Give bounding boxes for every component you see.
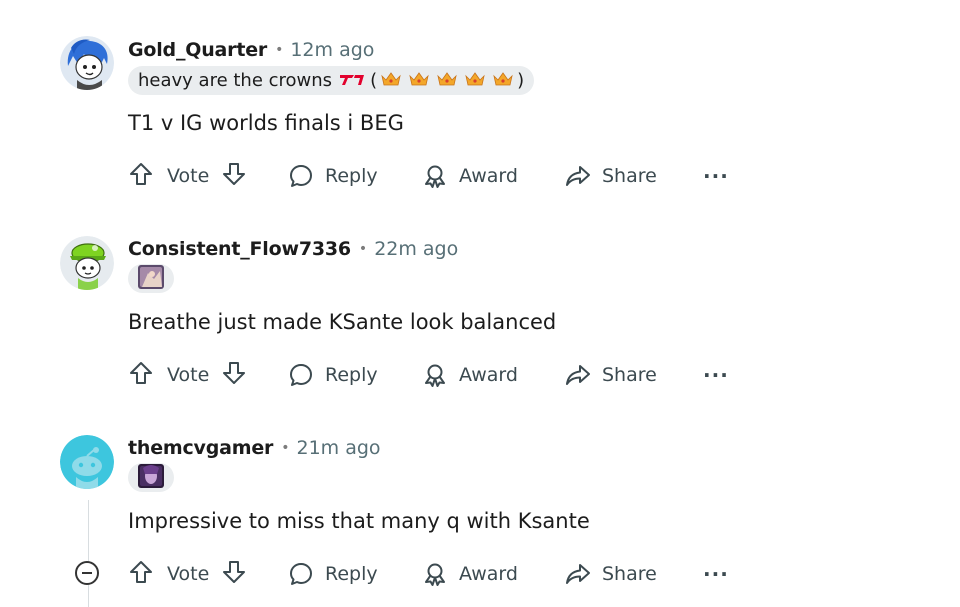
share-label: Share bbox=[602, 165, 657, 187]
crown-icon bbox=[408, 71, 430, 91]
separator-dot: • bbox=[275, 42, 284, 58]
reply-icon bbox=[288, 163, 314, 189]
minus-icon bbox=[82, 572, 92, 574]
reply-button[interactable]: Reply bbox=[288, 163, 422, 189]
share-label: Share bbox=[602, 364, 657, 386]
share-button[interactable]: Share bbox=[565, 561, 703, 587]
crown-icon bbox=[436, 71, 458, 91]
share-button[interactable]: Share bbox=[565, 163, 703, 189]
share-button[interactable]: Share bbox=[565, 362, 703, 388]
flair-paren-close: ) bbox=[517, 70, 525, 91]
award-label: Award bbox=[459, 364, 518, 386]
vote-group: Vote bbox=[128, 161, 274, 191]
reply-icon bbox=[288, 362, 314, 388]
award-icon bbox=[422, 561, 448, 587]
champion-portrait-icon bbox=[138, 264, 164, 293]
crown-icon bbox=[464, 71, 486, 91]
champion-portrait-icon bbox=[138, 463, 164, 492]
comment-body: T1 v IG worlds finals i BEG bbox=[128, 111, 404, 135]
crown-icon bbox=[380, 71, 402, 91]
author-line: themcvgamer • 21m ago bbox=[128, 435, 381, 461]
downvote-icon[interactable] bbox=[221, 161, 247, 191]
award-label: Award bbox=[459, 563, 518, 585]
flair-paren-open: ( bbox=[370, 70, 378, 91]
timestamp[interactable]: 21m ago bbox=[296, 437, 380, 459]
username[interactable]: Gold_Quarter bbox=[128, 39, 267, 61]
vote-label: Vote bbox=[167, 165, 210, 187]
award-button[interactable]: Award bbox=[422, 362, 565, 388]
downvote-icon[interactable] bbox=[221, 559, 247, 589]
thread-line[interactable] bbox=[88, 500, 89, 607]
reply-label: Reply bbox=[325, 165, 378, 187]
reply-icon bbox=[288, 561, 314, 587]
award-icon bbox=[422, 163, 448, 189]
user-flair bbox=[128, 264, 174, 293]
comment-body: Impressive to miss that many q with Ksan… bbox=[128, 509, 590, 533]
separator-dot: • bbox=[358, 241, 368, 257]
upvote-icon[interactable] bbox=[128, 161, 154, 191]
reply-label: Reply bbox=[325, 364, 378, 386]
share-label: Share bbox=[602, 563, 657, 585]
user-flair bbox=[128, 463, 174, 492]
user-flair: heavy are the crowns ( ) bbox=[128, 66, 535, 95]
award-button[interactable]: Award bbox=[422, 163, 565, 189]
crown-icon bbox=[492, 71, 514, 91]
share-icon bbox=[565, 362, 591, 388]
t1-logo-icon bbox=[340, 71, 365, 90]
comment-body: Breathe just made KSante look balanced bbox=[128, 310, 557, 334]
collapse-thread-button[interactable] bbox=[75, 561, 99, 585]
comment-actions: Vote Reply Award Share ··· bbox=[128, 158, 729, 194]
vote-group: Vote bbox=[128, 360, 274, 390]
timestamp[interactable]: 22m ago bbox=[374, 238, 458, 260]
reply-button[interactable]: Reply bbox=[288, 561, 422, 587]
username[interactable]: Consistent_Flow7336 bbox=[128, 238, 351, 260]
share-icon bbox=[565, 163, 591, 189]
comment-actions: Vote Reply Award Share ··· bbox=[128, 556, 729, 592]
reply-label: Reply bbox=[325, 563, 378, 585]
upvote-icon[interactable] bbox=[128, 559, 154, 589]
vote-label: Vote bbox=[167, 364, 210, 386]
share-icon bbox=[565, 561, 591, 587]
award-button[interactable]: Award bbox=[422, 561, 565, 587]
vote-group: Vote bbox=[128, 559, 274, 589]
separator-dot: • bbox=[281, 440, 290, 456]
avatar[interactable] bbox=[60, 435, 114, 489]
avatar[interactable] bbox=[60, 236, 114, 290]
more-options-button[interactable]: ··· bbox=[703, 363, 729, 387]
timestamp[interactable]: 12m ago bbox=[290, 39, 374, 61]
author-line: Consistent_Flow7336 • 22m ago bbox=[128, 236, 458, 262]
more-options-button[interactable]: ··· bbox=[703, 562, 729, 586]
avatar[interactable] bbox=[60, 36, 114, 90]
flair-text: heavy are the crowns bbox=[138, 70, 333, 91]
comment-actions: Vote Reply Award Share ··· bbox=[128, 357, 729, 393]
upvote-icon[interactable] bbox=[128, 360, 154, 390]
username[interactable]: themcvgamer bbox=[128, 437, 273, 459]
reply-button[interactable]: Reply bbox=[288, 362, 422, 388]
downvote-icon[interactable] bbox=[221, 360, 247, 390]
award-label: Award bbox=[459, 165, 518, 187]
author-line: Gold_Quarter • 12m ago bbox=[128, 37, 374, 63]
more-options-button[interactable]: ··· bbox=[703, 164, 729, 188]
vote-label: Vote bbox=[167, 563, 210, 585]
award-icon bbox=[422, 362, 448, 388]
